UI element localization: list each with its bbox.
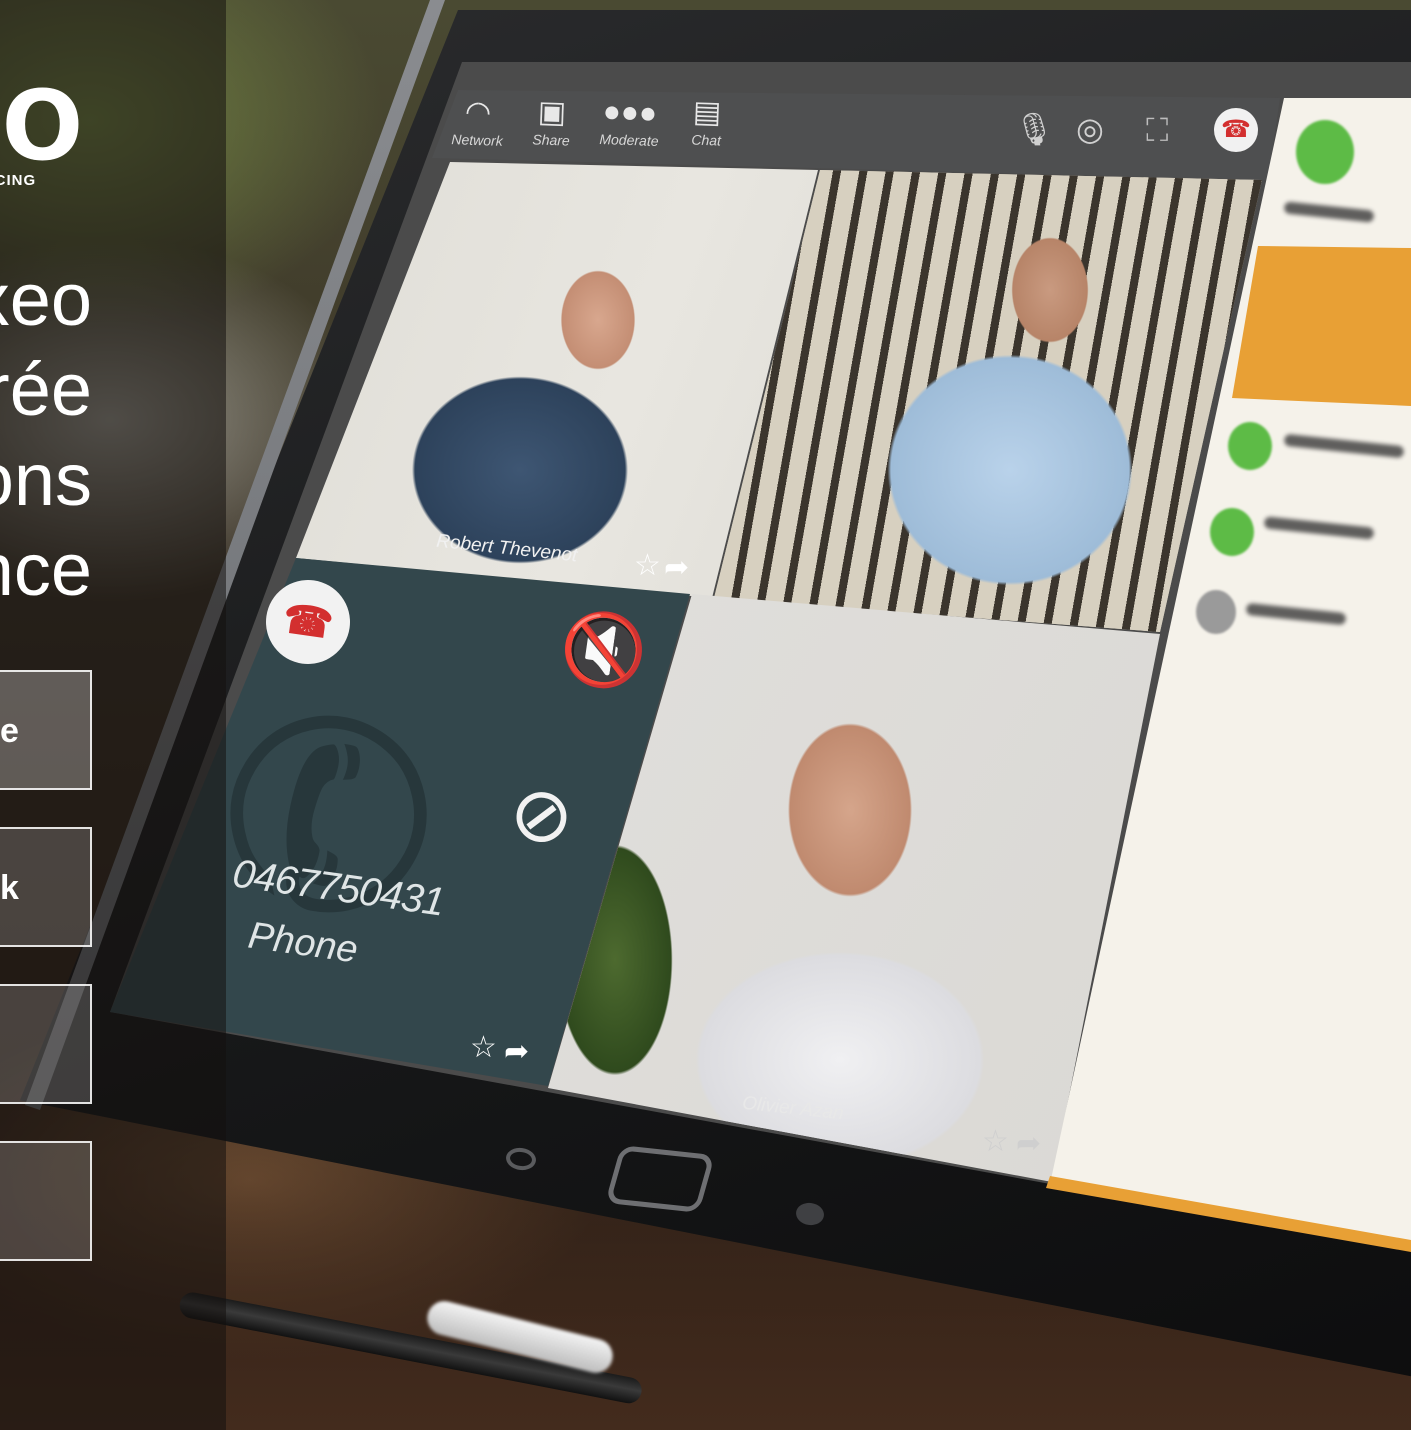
side-menu-label: e [0,712,19,750]
moderate-icon: ●●● [602,95,658,130]
star-icon[interactable]: ☆ [982,1124,1009,1159]
headline-line: ons [0,438,92,521]
contact-avatar[interactable] [1210,508,1254,556]
headline-line: nce [0,528,92,611]
star-icon[interactable]: ☆ [634,548,661,583]
camera-off-icon[interactable]: ⊘ [504,766,579,863]
forward-icon[interactable]: ➦ [504,1034,529,1069]
forward-icon[interactable]: ➦ [664,550,689,585]
speaker-muted-icon[interactable]: 🔇 [555,604,653,697]
contact-avatar[interactable] [1196,590,1236,634]
brand-logo[interactable]: EO [0,78,83,174]
toolbar-network-button[interactable]: ◜◝ Network [451,95,504,149]
hangup-icon[interactable]: ☎ [1214,108,1258,152]
microphone-icon[interactable]: 🎙 [1014,110,1055,148]
network-icon: ◜◝ [465,95,491,130]
star-icon[interactable]: ☆ [470,1030,497,1065]
toolbar-chat-button[interactable]: ▤ Chat [691,95,722,149]
headline-line: xeo [0,258,92,341]
toolbar-share-button[interactable]: ▣ Share [532,95,571,149]
brand-logo-subtitle: RENCING [0,172,37,189]
share-icon: ▣ [537,95,567,130]
side-menu-button-2[interactable]: k [0,827,92,947]
webcam-icon[interactable]: ◎ [1076,110,1104,148]
contact-avatar[interactable] [1228,422,1272,470]
side-menu-label: k [0,869,19,907]
fullscreen-icon[interactable]: ⛶ [1146,112,1168,150]
toolbar-moderate-button[interactable]: ●●● Moderate [599,95,660,149]
side-menu-button-4[interactable] [0,1141,92,1261]
user-avatar[interactable] [1296,120,1354,184]
side-menu-button-3[interactable] [0,984,92,1104]
forward-icon[interactable]: ➦ [1016,1126,1041,1161]
headline-line: rée [0,348,92,431]
left-sidebar-overlay: EO RENCING xeo rée ons nce e k [0,0,226,1430]
chat-icon: ▤ [692,95,722,130]
tablet-home-button [605,1145,715,1213]
hero-headline: xeo rée ons nce [0,255,92,615]
side-menu-button-1[interactable]: e [0,670,92,790]
